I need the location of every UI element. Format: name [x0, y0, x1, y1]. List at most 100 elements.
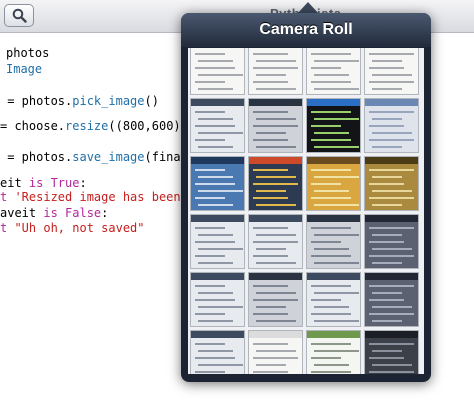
thumbnail-detail: [369, 357, 404, 359]
photo-thumbnail[interactable]: [190, 98, 245, 153]
thumbnail-detail: [311, 111, 351, 113]
photo-thumbnail[interactable]: [306, 272, 361, 327]
thumbnail-detail: [311, 343, 351, 345]
thumbnail-detail: [311, 67, 341, 69]
thumbnail-detail: [256, 350, 296, 352]
thumbnail-detail: [372, 88, 402, 90]
photo-thumbnail[interactable]: [364, 48, 419, 95]
thumbnail-header: [249, 215, 302, 222]
photo-thumbnail[interactable]: [190, 48, 245, 95]
photo-thumbnail[interactable]: [364, 272, 419, 327]
thumbnail-detail: [198, 176, 233, 178]
thumbnail-detail: [369, 111, 414, 113]
thumbnail-detail: [256, 364, 286, 366]
photo-thumbnail[interactable]: [190, 272, 245, 327]
thumbnail-header: [307, 215, 360, 222]
code-token: resize: [65, 119, 109, 133]
thumbnail-detail: [369, 227, 414, 229]
thumbnail-detail: [372, 248, 412, 250]
thumbnail-detail: [372, 262, 402, 264]
thumbnail-detail: [314, 146, 359, 148]
thumbnail-detail: [314, 74, 349, 76]
thumbnail-detail: [311, 81, 351, 83]
thumbnail-detail: [372, 132, 412, 134]
thumbnail-detail: [253, 197, 288, 199]
code-token: save_image: [72, 150, 145, 164]
photo-thumbnail[interactable]: [364, 330, 419, 374]
code-line: aveit is False:: [0, 206, 108, 222]
search-button[interactable]: [4, 4, 34, 27]
photo-thumbnail[interactable]: [248, 156, 303, 211]
photo-thumbnail[interactable]: [190, 214, 245, 269]
code-token: photos: [6, 46, 50, 60]
photo-thumbnail[interactable]: [190, 156, 245, 211]
photo-thumbnail[interactable]: [248, 48, 303, 95]
photo-thumbnail[interactable]: [306, 330, 361, 374]
thumbnail-detail: [253, 81, 288, 83]
thumbnail-detail: [369, 255, 414, 257]
thumbnail-detail: [253, 299, 298, 301]
photo-thumbnail[interactable]: [364, 156, 419, 211]
thumbnail-detail: [198, 60, 233, 62]
photo-thumbnail[interactable]: [306, 214, 361, 269]
thumbnail-header: [249, 157, 302, 164]
thumbnail-detail: [311, 125, 341, 127]
thumbnail-detail: [369, 285, 414, 287]
code-token: t: [0, 221, 15, 235]
thumbnail-detail: [369, 53, 414, 55]
code-line: = photos.pick_image(): [0, 94, 159, 110]
photo-thumbnail[interactable]: [306, 48, 361, 95]
code-token: pick_image: [72, 94, 145, 108]
photo-thumbnail[interactable]: [364, 214, 419, 269]
thumbnail-detail: [369, 371, 414, 373]
thumbnail-detail: [372, 118, 402, 120]
photo-thumbnail[interactable]: [248, 98, 303, 153]
thumbnail-detail: [198, 190, 243, 192]
photo-thumbnail[interactable]: [364, 98, 419, 153]
thumbnail-detail: [369, 343, 414, 345]
photo-thumbnail[interactable]: [306, 156, 361, 211]
thumbnail-detail: [198, 350, 233, 352]
photo-grid[interactable]: [188, 48, 424, 374]
thumbnail-header: [365, 273, 418, 280]
thumbnail-detail: [195, 53, 225, 55]
thumbnail-detail: [314, 320, 359, 322]
photo-thumbnail[interactable]: [248, 272, 303, 327]
thumbnail-detail: [253, 125, 298, 127]
thumbnail-detail: [369, 197, 414, 199]
thumbnail-detail: [195, 285, 225, 287]
thumbnail-detail: [311, 53, 351, 55]
thumbnail-detail: [311, 285, 351, 287]
thumbnail-detail: [311, 371, 351, 373]
thumbnail-header: [365, 157, 418, 164]
thumbnail-header: [249, 273, 302, 280]
thumbnail-detail: [253, 255, 288, 257]
thumbnail-detail: [314, 262, 359, 264]
code-token: is False: [43, 206, 102, 220]
camera-roll-popover: Camera Roll: [181, 13, 431, 382]
thumbnail-detail: [195, 183, 235, 185]
thumbnail-detail: [198, 204, 233, 206]
thumbnail-detail: [195, 241, 235, 243]
thumbnail-detail: [195, 139, 225, 141]
thumbnail-header: [365, 215, 418, 222]
thumbnail-detail: [372, 292, 402, 294]
code-token: is True: [28, 176, 80, 190]
thumbnail-detail: [198, 132, 243, 134]
photo-thumbnail[interactable]: [306, 98, 361, 153]
thumbnail-detail: [256, 118, 296, 120]
thumbnail-detail: [195, 111, 225, 113]
photo-thumbnail[interactable]: [248, 330, 303, 374]
code-token: = choose.: [0, 119, 66, 133]
thumbnail-detail: [369, 81, 414, 83]
thumbnail-detail: [256, 262, 296, 264]
photo-thumbnail[interactable]: [248, 214, 303, 269]
code-token: 'Resized image has been sa: [14, 190, 203, 204]
thumbnail-detail: [311, 255, 351, 257]
thumbnail-detail: [256, 204, 296, 206]
thumbnail-detail: [314, 190, 349, 192]
thumbnail-detail: [372, 146, 402, 148]
photo-thumbnail[interactable]: [190, 330, 245, 374]
thumbnail-detail: [369, 183, 404, 185]
popover-header: Camera Roll: [181, 13, 431, 47]
